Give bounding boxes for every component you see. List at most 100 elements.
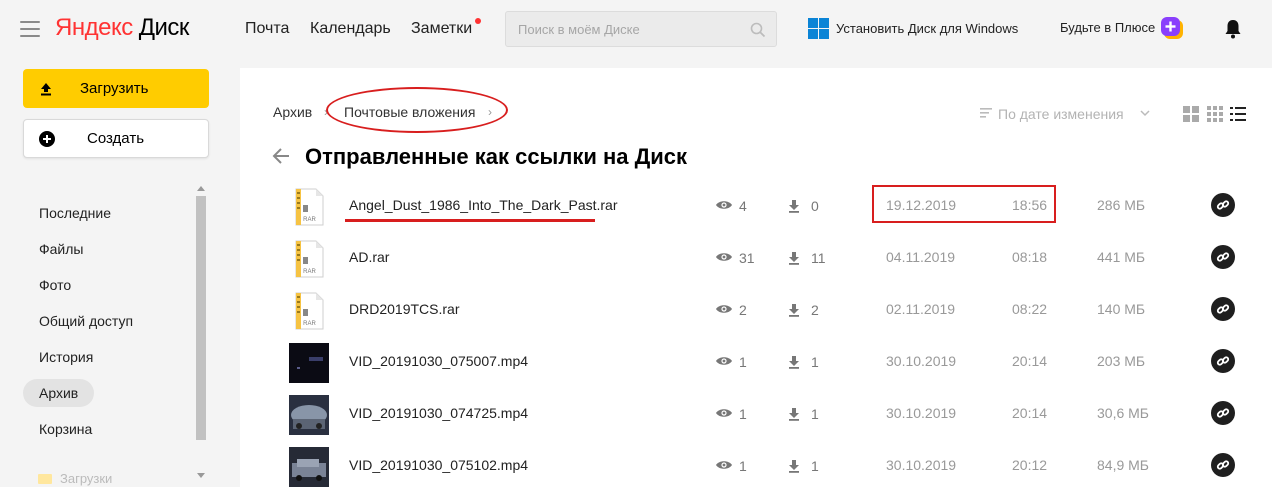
downloads-icon (789, 200, 799, 213)
file-size: 84,9 МБ (1097, 457, 1149, 473)
nav-calendar[interactable]: Календарь (310, 20, 391, 38)
file-date: 30.10.2019 (886, 405, 957, 421)
file-thumbnail[interactable] (289, 343, 329, 383)
back-arrow-icon[interactable] (272, 148, 290, 164)
sidebar-item-history[interactable]: История (23, 343, 109, 371)
view-list-icon[interactable] (1230, 106, 1246, 122)
file-date: 30.10.2019 (886, 457, 957, 473)
file-time: 20:14 (1012, 353, 1048, 369)
file-thumbnail[interactable] (289, 395, 329, 435)
file-name[interactable]: VID_20191030_075102.mp4 (349, 457, 528, 473)
file-thumbnail[interactable]: RAR (289, 239, 329, 279)
logo-product: Диск (138, 14, 190, 41)
svg-text:RAR: RAR (303, 321, 316, 327)
downloads-value: 1 (811, 458, 819, 474)
search-input[interactable] (506, 12, 741, 46)
file-thumbnail[interactable]: RAR (289, 291, 329, 331)
table-row[interactable]: RAR Angel_Dust_1986_Into_The_Dark_Past.ra… (240, 185, 1272, 237)
video-thumbnail (289, 447, 329, 487)
notes-notification-dot (475, 18, 481, 24)
views-value: 1 (739, 354, 747, 370)
page-title: Отправленные как ссылки на Диск (305, 144, 688, 169)
file-time: 20:12 (1012, 457, 1048, 473)
views-icon (716, 409, 732, 417)
file-size: 441 МБ (1097, 249, 1146, 265)
file-size: 140 МБ (1097, 301, 1146, 317)
downloads-icon (789, 460, 799, 473)
rar-file-icon: RAR (295, 292, 324, 330)
create-button[interactable]: Создать (23, 119, 209, 158)
plus-icon[interactable] (1160, 16, 1184, 40)
scroll-up-arrow-icon[interactable] (197, 186, 205, 191)
logo-brand: Яндекс (55, 14, 133, 41)
views-value: 2 (739, 302, 747, 318)
nav-mail[interactable]: Почта (245, 20, 289, 38)
downloads-value: 0 (811, 198, 819, 214)
sidebar-item-files[interactable]: Файлы (23, 235, 99, 263)
file-name[interactable]: DRD2019TCS.rar (349, 301, 459, 317)
sidebar-item-archive[interactable]: Архив (23, 379, 95, 407)
downloads-icon (789, 252, 799, 265)
downloads-icon (789, 356, 799, 369)
table-row[interactable]: VID_20191030_075102.mp4 1 1 30.10.2019 20:12… (240, 445, 1272, 487)
views-value: 4 (739, 198, 747, 214)
views-value: 1 (739, 458, 747, 474)
views-icon (716, 201, 732, 209)
sidebar-item-recent[interactable]: Последние (23, 199, 127, 227)
file-thumbnail[interactable] (289, 447, 329, 487)
annotation-rectangle (872, 185, 1056, 223)
views-icon (716, 461, 732, 469)
file-size: 30,6 МБ (1097, 405, 1149, 421)
sidebar-item-photo[interactable]: Фото (23, 271, 87, 299)
file-thumbnail[interactable]: RAR (289, 187, 329, 227)
annotation-underline (345, 219, 595, 222)
file-name[interactable]: Angel_Dust_1986_Into_The_Dark_Past.rar (349, 197, 618, 213)
windows-icon (808, 18, 829, 39)
search-icon[interactable] (750, 22, 766, 38)
breadcrumb-archive[interactable]: Архив (273, 104, 312, 120)
file-name[interactable]: VID_20191030_074725.mp4 (349, 405, 528, 421)
view-large-tiles-icon[interactable] (1183, 106, 1199, 122)
plus-link[interactable]: Будьте в Плюсе (1060, 20, 1155, 35)
views-icon (716, 253, 732, 261)
copy-link-button[interactable] (1211, 401, 1235, 425)
annotation-ellipse (326, 87, 508, 133)
table-row[interactable]: RAR DRD2019TCS.rar 2 2 02.11.2019 08:22 140 МБ (240, 289, 1272, 341)
yandex-disk-logo[interactable]: Яндекс Диск (55, 14, 189, 42)
file-time: 08:18 (1012, 249, 1048, 265)
downloads-value: 11 (811, 250, 826, 266)
scroll-down-arrow-icon[interactable] (197, 473, 205, 478)
file-name[interactable]: VID_20191030_075007.mp4 (349, 353, 528, 369)
table-row[interactable]: VID_20191030_075007.mp4 1 1 30.10.2019 20:14… (240, 341, 1272, 393)
sort-label: По дате изменения (998, 106, 1124, 122)
copy-link-button[interactable] (1211, 193, 1235, 217)
video-thumbnail (289, 343, 329, 383)
copy-link-button[interactable] (1211, 297, 1235, 321)
views-value: 31 (739, 250, 755, 266)
file-size: 286 МБ (1097, 197, 1146, 213)
menu-icon[interactable] (20, 21, 40, 37)
file-name[interactable]: AD.rar (349, 249, 389, 265)
svg-text:RAR: RAR (303, 217, 316, 223)
rar-file-icon: RAR (295, 188, 324, 226)
table-row[interactable]: VID_20191030_074725.mp4 1 1 30.10.2019 20:14… (240, 393, 1272, 445)
sidebar-item-trash[interactable]: Корзина (23, 415, 108, 443)
copy-link-button[interactable] (1211, 245, 1235, 269)
views-icon (716, 357, 732, 365)
table-row[interactable]: RAR AD.rar 31 11 04.11.2019 08:18 441 МБ (240, 237, 1272, 289)
copy-link-button[interactable] (1211, 349, 1235, 373)
file-time: 20:14 (1012, 405, 1048, 421)
bell-icon[interactable] (1224, 19, 1242, 39)
view-small-tiles-icon[interactable] (1207, 106, 1223, 122)
file-date: 30.10.2019 (886, 353, 957, 369)
rar-file-icon: RAR (295, 240, 324, 278)
install-windows-label: Установить Диск для Windows (836, 21, 1019, 36)
nav-notes[interactable]: Заметки (411, 20, 472, 38)
copy-link-button[interactable] (1211, 453, 1235, 477)
upload-button[interactable]: Загрузить (23, 69, 209, 108)
sidebar-item-downloads[interactable]: Загрузки (38, 471, 112, 486)
folder-icon (38, 474, 52, 484)
sidebar-item-shared[interactable]: Общий доступ (23, 307, 149, 335)
sidebar-scroll-thumb[interactable] (196, 196, 206, 440)
views-icon (716, 305, 732, 313)
